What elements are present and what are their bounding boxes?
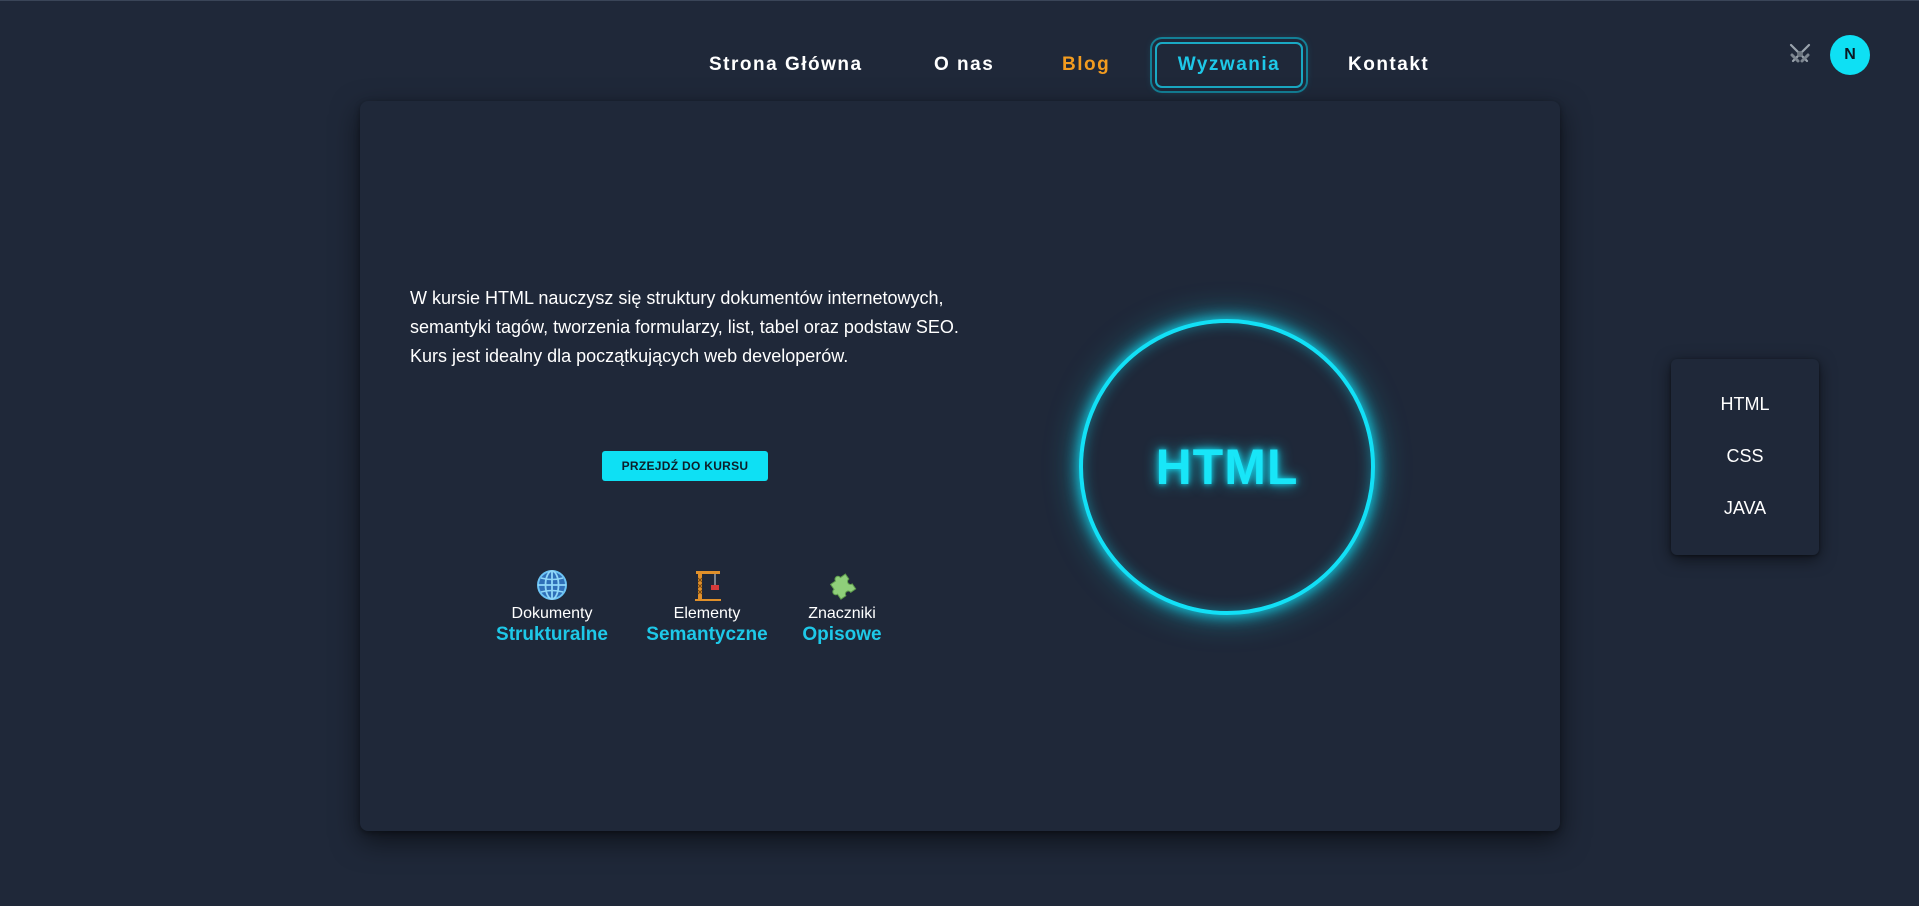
course-card: W kursie HTML nauczysz się struktury dok… bbox=[360, 101, 1560, 831]
nav-item-challenges[interactable]: Wyzwania bbox=[1155, 42, 1303, 88]
nav-item-blog[interactable]: Blog bbox=[1062, 42, 1110, 88]
main-nav: Strona Główna O nas Blog Wyzwania Kontak… bbox=[0, 42, 1919, 88]
feature-sub-label: Elementy bbox=[673, 605, 741, 622]
feature-main-label: Semantyczne bbox=[646, 624, 768, 645]
feature-main-label: Opisowe bbox=[802, 624, 882, 645]
html-badge-label: HTML bbox=[1155, 439, 1299, 495]
user-avatar[interactable]: N bbox=[1830, 35, 1870, 75]
crossed-swords-icon[interactable] bbox=[1787, 41, 1813, 67]
crane-icon bbox=[690, 568, 724, 602]
nav-item-contact[interactable]: Kontakt bbox=[1348, 42, 1429, 88]
side-menu-item-html[interactable]: HTML bbox=[1671, 394, 1819, 415]
feature-main-label: Strukturalne bbox=[496, 624, 608, 645]
feature-sub-label: Znaczniki bbox=[808, 605, 876, 622]
feature-sub-label: Dokumenty bbox=[511, 605, 593, 622]
go-to-course-button[interactable]: PRZEJDŹ DO KURSU bbox=[602, 451, 768, 481]
nav-item-about[interactable]: O nas bbox=[934, 42, 994, 88]
html-course-badge: HTML bbox=[1079, 319, 1375, 615]
nav-item-home[interactable]: Strona Główna bbox=[709, 42, 863, 88]
feature-structural-documents: Dokumenty Strukturalne bbox=[487, 568, 617, 647]
feature-descriptive-tags: Znaczniki Opisowe bbox=[792, 568, 892, 647]
side-menu-item-css[interactable]: CSS bbox=[1671, 446, 1819, 467]
course-side-menu: HTML CSS JAVA bbox=[1671, 359, 1819, 555]
feature-semantic-elements: Elementy Semantyczne bbox=[637, 568, 777, 647]
globe-icon bbox=[535, 568, 569, 602]
puzzle-icon bbox=[825, 568, 859, 602]
side-menu-item-java[interactable]: JAVA bbox=[1671, 498, 1819, 519]
course-description: W kursie HTML nauczysz się struktury dok… bbox=[410, 288, 959, 366]
